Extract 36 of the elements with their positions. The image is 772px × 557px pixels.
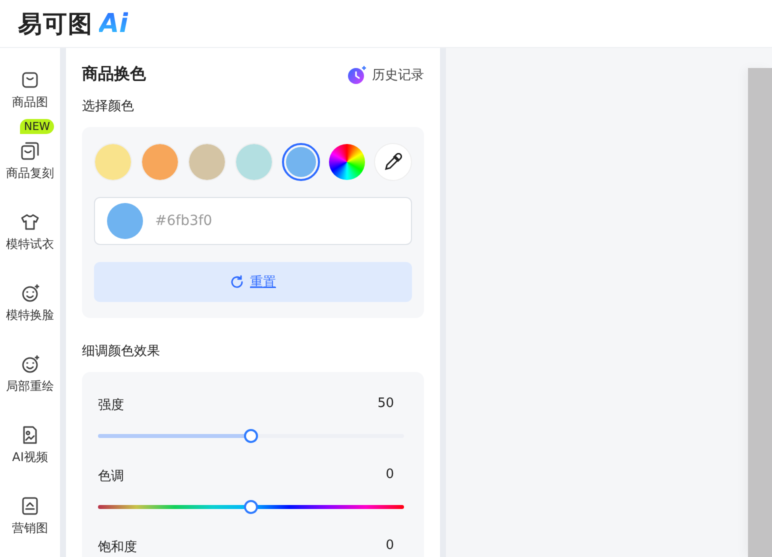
- slider-value: 0: [386, 467, 394, 484]
- section-label: 选择颜色: [82, 98, 135, 115]
- nav-item[interactable]: 局部重绘: [6, 354, 54, 395]
- nav-item[interactable]: 商品图: [12, 70, 48, 111]
- slider-label: 色调: [98, 468, 124, 485]
- color-swatch[interactable]: [282, 143, 320, 181]
- shirt-icon: [20, 212, 40, 232]
- color-preview: [107, 203, 143, 239]
- reset-icon: [230, 275, 244, 289]
- nav-item[interactable]: 模特换脸: [6, 283, 54, 324]
- slider-thumb[interactable]: [244, 500, 258, 514]
- poster-icon: [20, 496, 40, 516]
- slider[interactable]: [98, 429, 404, 443]
- slider-value: 50: [377, 396, 394, 413]
- history-link[interactable]: 历史记录: [347, 64, 424, 84]
- slider-thumb[interactable]: [244, 429, 258, 443]
- new-badge: NEW: [20, 119, 54, 134]
- clock-icon: [347, 64, 367, 84]
- eyedropper-icon: [384, 153, 402, 171]
- color-wheel[interactable]: [329, 144, 365, 180]
- slider-value: 0: [386, 538, 394, 555]
- nav-item[interactable]: AI视频: [12, 425, 48, 466]
- bag-icon: [20, 70, 40, 90]
- smiley-icon: [20, 354, 40, 374]
- slider-label: 饱和度: [98, 539, 137, 556]
- nav-item[interactable]: 营销图: [12, 496, 48, 537]
- logo-text: 易可图: [18, 8, 93, 40]
- slider[interactable]: [98, 500, 404, 514]
- panel-title: 商品换色: [82, 64, 146, 85]
- reset-button[interactable]: 重置: [94, 262, 412, 302]
- eyedropper-button[interactable]: [374, 143, 412, 181]
- section-label: 细调颜色效果: [82, 343, 161, 360]
- nav-item[interactable]: 模特试衣: [6, 212, 54, 253]
- smiley-icon: [20, 283, 40, 303]
- stacked-bag-icon: [20, 141, 40, 161]
- slider-label: 强度: [98, 397, 124, 414]
